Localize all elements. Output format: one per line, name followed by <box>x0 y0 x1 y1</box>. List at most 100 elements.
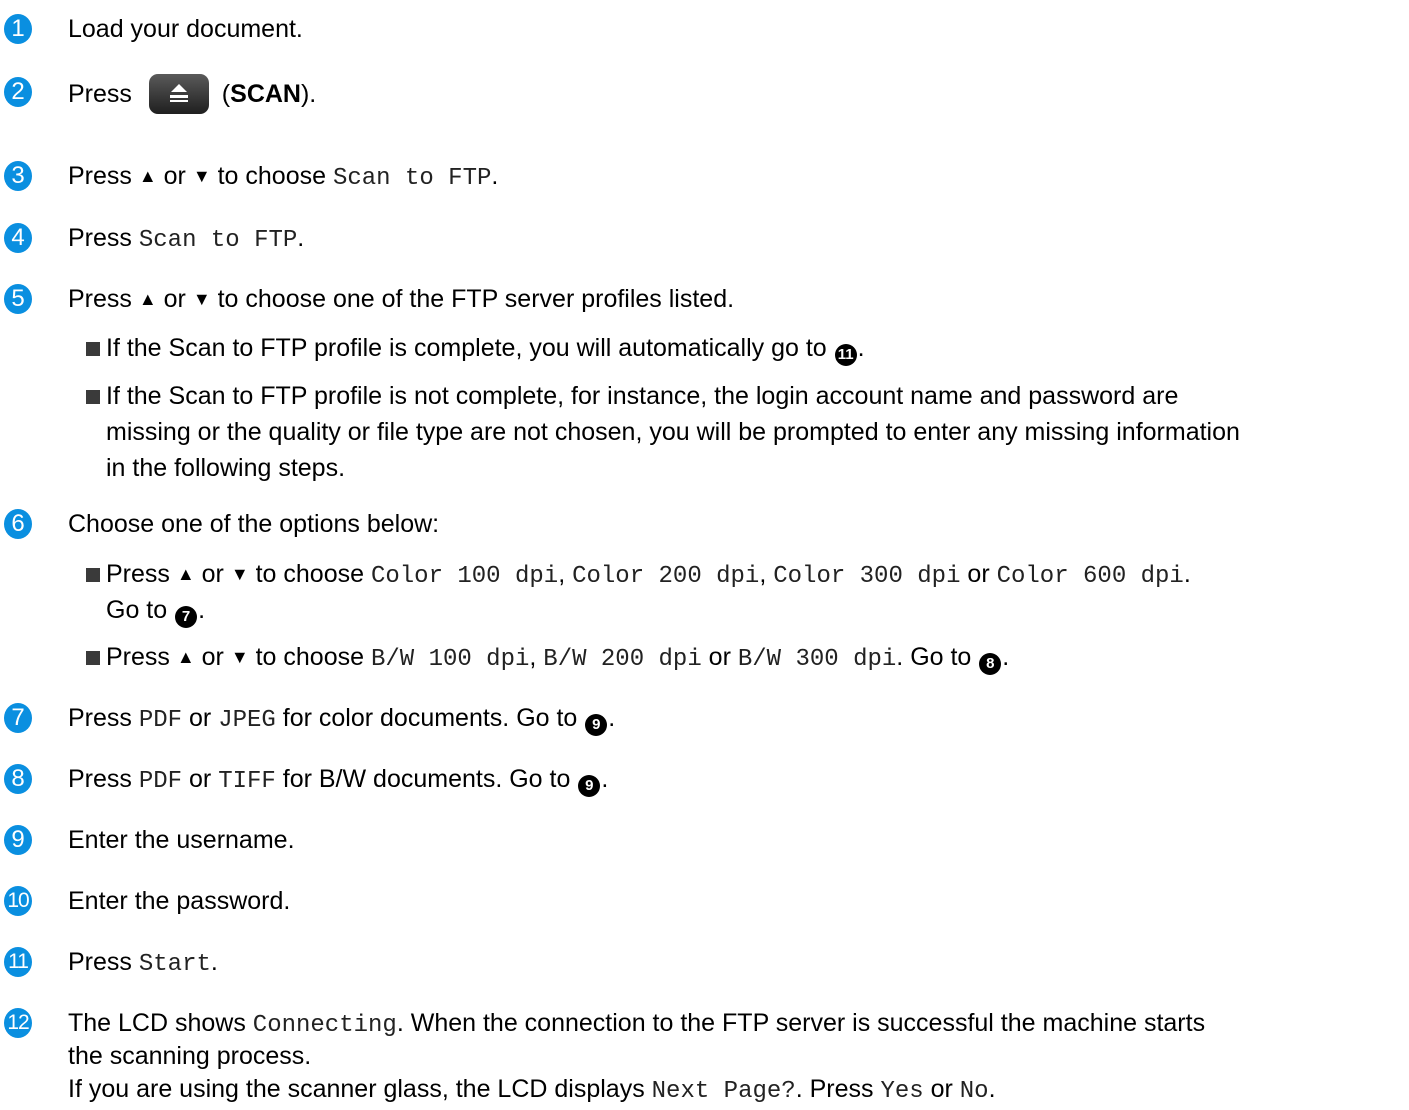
text-open: ( <box>214 80 231 108</box>
step-text: Press Scan to FTP. <box>68 220 1399 259</box>
down-arrow-icon: ▼ <box>230 647 249 667</box>
lcd-option: PDF <box>138 768 183 795</box>
text: to choose <box>210 162 333 190</box>
step-text-cont: If you are using the scanner glass, the … <box>68 1071 1399 1110</box>
step-number-badge: 11 <box>4 947 32 977</box>
text: or <box>156 162 193 190</box>
text: , <box>759 560 774 588</box>
step-reference-icon: 11 <box>834 344 857 366</box>
step-number-badge: 7 <box>4 703 32 733</box>
text: . <box>601 765 609 793</box>
down-arrow-icon: ▼ <box>192 166 211 186</box>
lcd-option: Color 100 dpi <box>370 563 559 590</box>
step-number-badge: 12 <box>4 1008 32 1038</box>
scan-label: SCAN <box>230 80 301 108</box>
lcd-option: TIFF <box>218 768 276 795</box>
text: or <box>182 704 219 732</box>
text: or <box>194 560 231 588</box>
text: to choose one of the FTP server profiles… <box>210 285 735 313</box>
step-number-badge: 2 <box>4 77 32 107</box>
lcd-option: B/W 100 dpi <box>370 646 530 673</box>
text: or <box>182 765 219 793</box>
lcd-option: Color 300 dpi <box>773 563 961 590</box>
text-close: ). <box>300 80 317 108</box>
step-number-badge: 5 <box>4 284 32 314</box>
lcd-option: No <box>959 1078 989 1105</box>
step-number-badge: 9 <box>4 825 32 855</box>
text: Go to <box>106 596 175 624</box>
lcd-option: B/W 300 dpi <box>737 646 897 673</box>
text: for B/W documents. Go to <box>275 765 578 793</box>
step-number-badge: 10 <box>4 886 32 916</box>
step-reference-icon: 9 <box>578 775 601 797</box>
bullet-icon <box>86 568 100 582</box>
text: , <box>558 560 573 588</box>
up-arrow-icon: ▲ <box>176 647 195 667</box>
text: If you are using the scanner glass, the … <box>68 1075 652 1103</box>
text: . When the connection to the FTP server … <box>396 1009 1206 1037</box>
text: . Go to <box>896 643 979 671</box>
bullet-text-cont: in the following steps. <box>106 454 346 482</box>
text: to choose <box>248 643 371 671</box>
lcd-option: Start <box>138 951 211 978</box>
text: . <box>608 704 616 732</box>
step-reference-icon: 8 <box>979 653 1002 675</box>
bullet-icon <box>86 651 100 665</box>
text: Press <box>106 643 177 671</box>
lcd-option: Scan to FTP <box>332 165 492 192</box>
text: to choose <box>248 560 371 588</box>
text: for color documents. Go to <box>275 704 585 732</box>
bullet-text: Press ▲ or ▼ to choose B/W 100 dpi, B/W … <box>106 639 1399 678</box>
text: Press <box>68 224 139 252</box>
step-text: Enter the username. <box>68 826 295 854</box>
text: . <box>857 334 865 362</box>
bullet-text: If the Scan to FTP profile is not comple… <box>106 382 1179 410</box>
step-number-badge: 6 <box>4 509 32 539</box>
step-text: Press ▲ or ▼ to choose one of the FTP se… <box>68 281 1399 317</box>
text-press: Press <box>68 80 139 108</box>
lcd-option: PDF <box>138 707 183 734</box>
text: Press <box>68 285 139 313</box>
lcd-option: Yes <box>880 1078 924 1105</box>
bullet-icon <box>86 342 100 356</box>
step-text: Press Start. <box>68 944 1399 983</box>
scan-button-icon <box>148 74 209 114</box>
step-number-badge: 8 <box>4 764 32 794</box>
step-number-badge: 1 <box>4 14 32 44</box>
text: . <box>297 224 305 252</box>
step-reference-icon: 9 <box>585 714 608 736</box>
bullet-text: Press ▲ or ▼ to choose Color 100 dpi, Co… <box>106 556 1399 595</box>
text: or <box>960 560 997 588</box>
lcd-option: Color 200 dpi <box>572 563 760 590</box>
text: . <box>198 596 206 624</box>
text: or <box>701 643 738 671</box>
step-text: Press (SCAN). <box>68 74 1399 114</box>
lcd-option: Color 600 dpi <box>996 563 1184 590</box>
step-reference-icon: 7 <box>175 606 198 628</box>
text: . <box>1002 643 1010 671</box>
step-text: Press PDF or JPEG for color documents. G… <box>68 700 1399 739</box>
step-text-cont: the scanning process. <box>68 1042 312 1070</box>
text: Press <box>68 765 139 793</box>
down-arrow-icon: ▼ <box>192 289 211 309</box>
step-text: Choose one of the options below: <box>68 510 440 538</box>
up-arrow-icon: ▲ <box>138 166 157 186</box>
text: Press <box>68 948 139 976</box>
lcd-option: JPEG <box>218 707 276 734</box>
text: or <box>923 1075 960 1103</box>
step-text: Press ▲ or ▼ to choose Scan to FTP. <box>68 158 1399 197</box>
down-arrow-icon: ▼ <box>230 564 249 584</box>
text: . <box>988 1075 996 1103</box>
lcd-message: Connecting <box>252 1012 397 1039</box>
step-text: Press PDF or TIFF for B/W documents. Go … <box>68 761 1399 800</box>
text: Press <box>68 162 139 190</box>
up-arrow-icon: ▲ <box>138 289 157 309</box>
bullet-text: If the Scan to FTP profile is complete, … <box>106 330 1399 366</box>
bullet-text-cont: missing or the quality or file type are … <box>106 418 1240 446</box>
text: . <box>1183 560 1191 588</box>
text: The LCD shows <box>68 1009 253 1037</box>
text: or <box>194 643 231 671</box>
bullet-text-cont: Go to 7. <box>106 592 1399 628</box>
text: Press <box>106 560 177 588</box>
text: If the Scan to FTP profile is complete, … <box>106 334 834 362</box>
